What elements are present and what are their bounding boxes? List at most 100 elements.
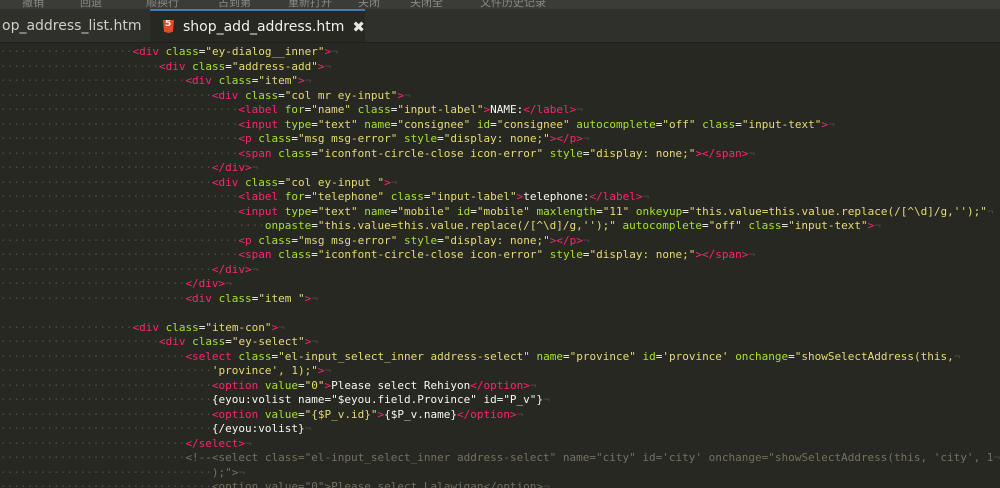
code-token: = (562, 349, 570, 363)
code-token: <div (158, 59, 186, 73)
code-token: ></p> (549, 233, 583, 247)
end-of-line-marker: ¬ (582, 132, 590, 145)
code-token: </option> (470, 378, 530, 392)
code-token: "display: none;" (443, 233, 550, 247)
code-token: class (390, 190, 424, 203)
code-token: class (245, 175, 279, 189)
code-token: = (278, 88, 285, 102)
code-editor[interactable]: ····················<div class="ey-dialo… (0, 43, 1000, 488)
code-token: 'province', 1);" (211, 364, 318, 377)
toolbar-item-file-history[interactable]: 文件历史记录 (480, 0, 546, 9)
code-line: ································<option … (0, 480, 550, 488)
code-line: ····································<p c… (0, 234, 589, 249)
indent-guide: ···························· (0, 451, 186, 464)
code-line: ························<div class="addr… (0, 60, 331, 75)
code-token: <label (238, 190, 279, 203)
end-of-line-marker: ¬ (953, 349, 961, 363)
code-token: "telephone" (311, 190, 385, 203)
code-token: for (284, 103, 305, 116)
code-line: ····································<inp… (0, 205, 994, 220)
code-token: "iconfont-circle-close icon-error" (317, 146, 544, 160)
indent-guide: ···································· (0, 248, 239, 261)
code-token: = (437, 132, 444, 145)
code-line: ····································<lab… (0, 190, 649, 205)
html5-file-icon (163, 20, 174, 33)
toolbar-item-wrap[interactable]: 顺换行 (146, 0, 179, 9)
code-line: ····································<lab… (0, 103, 583, 118)
code-line: ································{/eyou:v… (0, 422, 311, 437)
end-of-line-marker: ¬ (404, 88, 411, 102)
code-token: <!--<select class="el-input_select_inner… (185, 451, 994, 464)
code-token: name (364, 204, 391, 218)
indent-guide: ································ (0, 364, 212, 377)
code-token: = (682, 204, 689, 218)
end-of-line-marker: ¬ (324, 59, 332, 73)
code-token: autocomplete (576, 117, 656, 131)
indent-guide: ···························· (0, 291, 186, 305)
end-of-line-marker: ¬ (245, 436, 252, 450)
code-token: "el-input_select_inner address-select" (278, 349, 530, 363)
end-of-line-marker: ¬ (874, 219, 881, 232)
toolbar-item-reopen[interactable]: 重新打开 (288, 0, 332, 9)
toolbar-item-undo[interactable]: 撤销 (22, 0, 44, 9)
indent-guide: ························ (0, 335, 159, 348)
code-token: "consignee" (397, 117, 471, 131)
code-token: onkeyup (635, 204, 683, 218)
code-token: "off" (662, 117, 696, 131)
tab-label: op_address_list.htm (2, 17, 142, 34)
tab-shop-add-address[interactable]: shop_add_address.htm ✖ (150, 9, 365, 42)
code-token: = (311, 219, 318, 232)
code-line: ····················<div class="ey-dialo… (0, 45, 338, 60)
code-token: "item-con" (205, 320, 272, 334)
code-token: <p (238, 233, 252, 247)
code-line: ································<div cla… (0, 176, 397, 191)
toolbar-item-goto[interactable]: 占到第 (218, 0, 251, 9)
code-token: style (549, 248, 583, 261)
indent-guide: ···························· (0, 349, 186, 363)
code-token: "this.value=this.value.replace(/[^\d]/g,… (688, 204, 987, 218)
code-token: > (821, 117, 828, 131)
code-token: Please select Rehiyon (331, 378, 471, 392)
end-of-line-marker: ¬ (827, 117, 835, 131)
indent-guide: ········································ (0, 219, 265, 232)
code-token: "province" (569, 349, 636, 363)
code-token: </div> (211, 161, 252, 174)
code-token: = (298, 407, 305, 421)
indent-guide: ································ (0, 88, 212, 102)
code-token: = (311, 146, 318, 160)
code-token: <div (185, 291, 212, 305)
indent-guide: ································ (0, 422, 212, 435)
code-token: class (357, 103, 391, 116)
code-token: class (258, 132, 292, 145)
code-token: "address-add" (231, 59, 318, 73)
code-token: "input-label" (397, 103, 484, 116)
code-token: "this.value=this.value.replace(/[^\d]/g,… (317, 219, 616, 232)
toolbar-item-close-all[interactable]: 关闭全 (410, 0, 443, 9)
toolbar-item-back[interactable]: 回退 (80, 0, 102, 9)
indent-guide: ···················· (0, 320, 133, 334)
code-token: = (788, 349, 795, 363)
code-token: "iconfont-circle-close icon-error" (317, 248, 544, 261)
close-tab-icon[interactable]: ✖ (352, 18, 365, 36)
code-line: ································<div cla… (0, 89, 411, 104)
code-token: class (218, 291, 252, 305)
end-of-line-marker: ¬ (582, 233, 590, 247)
code-token: 'province' (662, 349, 729, 363)
code-line: ····································<p c… (0, 132, 589, 147)
indent-guide: ···································· (0, 132, 239, 145)
code-token: <div (211, 175, 239, 189)
code-token: = (423, 190, 431, 203)
indent-guide: ································ (0, 407, 212, 421)
code-token: <select (185, 349, 232, 363)
code-token: <p (238, 132, 252, 145)
code-token: "mobile" (397, 204, 451, 218)
tab-shop-address-list[interactable]: op_address_list.htm (0, 9, 150, 42)
code-token: ></span> (695, 146, 749, 160)
toolbar-item-close[interactable]: 关闭 (358, 0, 380, 9)
tab-label: shop_add_address.htm (182, 18, 345, 35)
code-token: onchange (735, 349, 789, 363)
